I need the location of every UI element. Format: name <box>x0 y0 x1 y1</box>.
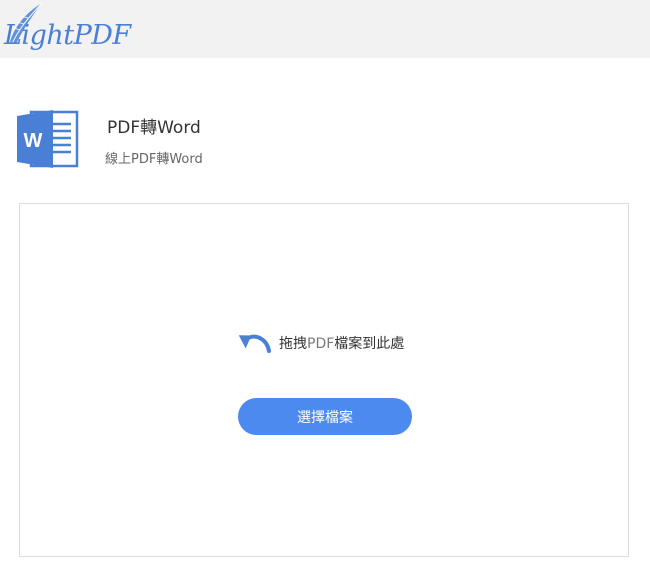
select-file-button[interactable]: 選擇檔案 <box>238 398 412 435</box>
svg-text:W: W <box>24 130 43 152</box>
curved-arrow-icon <box>238 334 271 353</box>
drag-hint-suffix: 檔案到此處 <box>334 336 405 352</box>
word-document-icon: W <box>17 108 79 170</box>
top-header: LightPDF <box>0 0 650 58</box>
page-title: PDF轉Word <box>107 118 201 138</box>
page-subtitle: 線上PDF轉Word <box>105 152 203 167</box>
drag-hint-text: 拖拽PDF檔案到此處 <box>279 333 404 353</box>
drag-hint-format: PDF <box>307 336 335 352</box>
lightpdf-logo[interactable]: LightPDF <box>2 0 131 56</box>
file-drop-zone[interactable] <box>19 203 629 557</box>
logo-text: LightPDF <box>4 20 131 51</box>
drag-hint-prefix: 拖拽 <box>279 336 307 352</box>
drag-hint: 拖拽PDF檔案到此處 <box>235 329 404 357</box>
